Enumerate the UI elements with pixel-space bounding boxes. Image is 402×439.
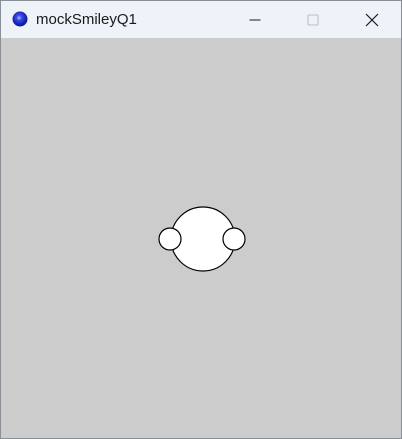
app-window: mockSmileyQ1 — [0, 0, 402, 439]
window-title: mockSmileyQ1 — [36, 11, 137, 28]
minimize-button[interactable] — [226, 1, 284, 38]
left-ear — [158, 227, 182, 251]
sketch-canvas-area[interactable] — [1, 38, 401, 438]
maximize-icon — [307, 14, 319, 25]
minimize-icon — [249, 19, 261, 20]
sketch-canvas — [158, 206, 246, 272]
close-button[interactable] — [343, 1, 401, 38]
title-bar[interactable]: mockSmileyQ1 — [1, 1, 401, 38]
right-ear — [222, 227, 246, 251]
processing-app-icon — [12, 11, 28, 27]
close-icon — [365, 13, 379, 26]
maximize-button[interactable] — [284, 1, 342, 38]
